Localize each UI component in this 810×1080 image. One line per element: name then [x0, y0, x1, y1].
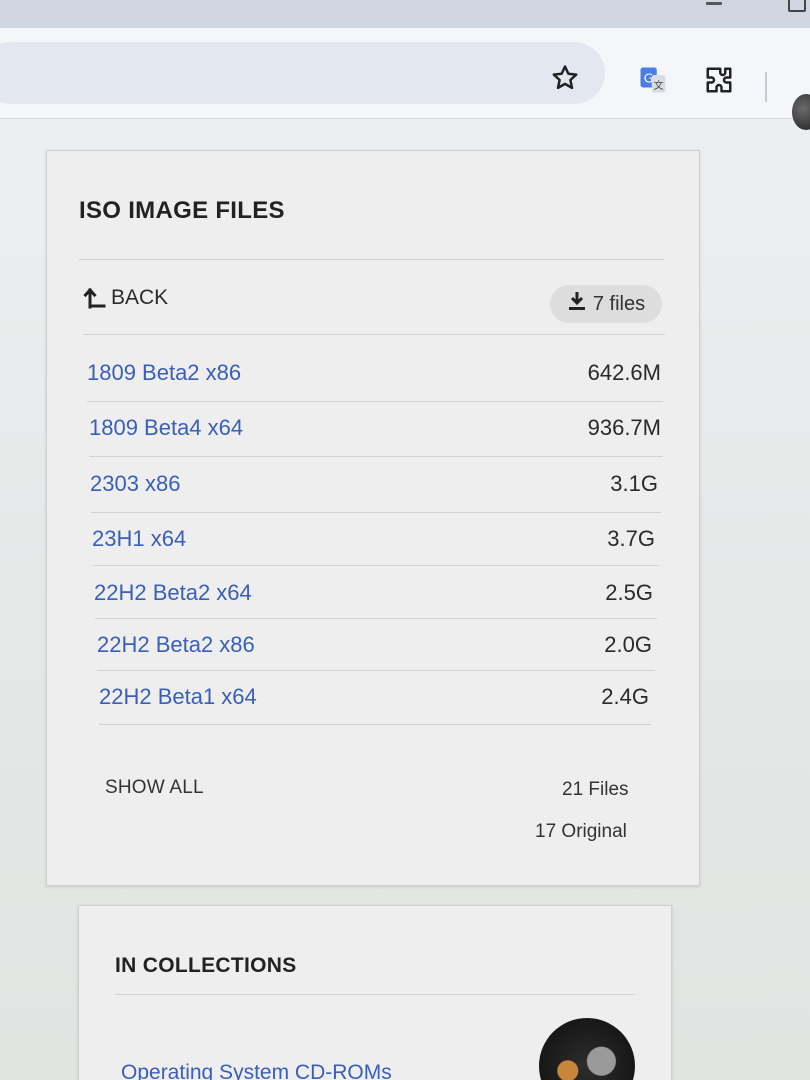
file-name[interactable]: 2303 x86	[90, 471, 181, 497]
divider	[79, 259, 664, 260]
window-titlebar	[0, 0, 810, 28]
download-label: 7 files	[592, 292, 646, 315]
collection-thumbnail[interactable]	[539, 1018, 635, 1080]
file-row[interactable]: 1809 Beta2 x86 642.6M	[87, 347, 661, 399]
collections-card: IN COLLECTIONS Operating System CD-ROMs	[78, 905, 672, 1080]
file-name[interactable]: 22H2 Beta2 x86	[97, 632, 255, 658]
extensions-icon[interactable]	[703, 64, 735, 96]
translate-icon[interactable]: G 文	[637, 64, 669, 96]
iso-files-card: ISO IMAGE FILES BACK 7 files 1809 Beta2 …	[46, 150, 700, 886]
file-row[interactable]: 1809 Beta4 x64 936.7M	[89, 402, 661, 454]
file-name[interactable]: 22H2 Beta1 x64	[99, 684, 257, 710]
divider	[93, 565, 659, 566]
file-row[interactable]: 22H2 Beta1 x64 2.4G	[99, 671, 649, 723]
avatar[interactable]	[792, 94, 810, 130]
star-icon[interactable]	[549, 62, 581, 94]
file-size: 2.4G	[601, 684, 649, 709]
page: G 文 ISO IMAGE FILES BACK 7 files 1809 Be…	[0, 0, 810, 1080]
divider	[83, 334, 665, 335]
minimize-icon[interactable]	[706, 2, 722, 5]
iso-files-title: ISO IMAGE FILES	[79, 197, 285, 224]
restore-icon[interactable]	[788, 0, 806, 12]
svg-text:文: 文	[654, 79, 664, 92]
file-name[interactable]: 1809 Beta2 x86	[87, 360, 241, 386]
divider	[99, 724, 651, 725]
browser-toolbar: G 文	[0, 28, 810, 130]
file-size: 642.6M	[587, 360, 661, 385]
file-size: 3.7G	[607, 526, 655, 551]
show-all-link[interactable]: SHOW ALL	[105, 777, 204, 799]
original-files-count: 17 Original	[535, 821, 627, 842]
back-arrow-icon	[83, 286, 107, 310]
file-row[interactable]: 2303 x86 3.1G	[90, 458, 658, 510]
file-size: 936.7M	[587, 415, 661, 440]
file-row[interactable]: 22H2 Beta2 x64 2.5G	[94, 567, 653, 619]
back-label: BACK	[111, 286, 169, 309]
file-size: 2.5G	[605, 580, 653, 605]
file-size: 2.0G	[604, 632, 652, 657]
total-files-count: 21 Files	[562, 779, 629, 800]
file-name[interactable]: 23H1 x64	[92, 526, 186, 552]
address-bar[interactable]	[0, 42, 605, 104]
collection-link[interactable]: Operating System CD-ROMs	[121, 1061, 392, 1080]
toolbar-separator	[765, 72, 767, 102]
collections-title: IN COLLECTIONS	[115, 954, 297, 977]
divider	[89, 456, 663, 457]
download-files-button[interactable]: 7 files	[550, 285, 662, 323]
divider	[115, 994, 635, 995]
file-size: 3.1G	[610, 471, 658, 496]
download-icon	[567, 290, 587, 318]
file-row[interactable]: 23H1 x64 3.7G	[92, 513, 655, 565]
back-button[interactable]: BACK	[83, 286, 168, 310]
file-row[interactable]: 22H2 Beta2 x86 2.0G	[97, 619, 652, 671]
file-name[interactable]: 22H2 Beta2 x64	[94, 580, 252, 606]
file-name[interactable]: 1809 Beta4 x64	[89, 415, 243, 441]
